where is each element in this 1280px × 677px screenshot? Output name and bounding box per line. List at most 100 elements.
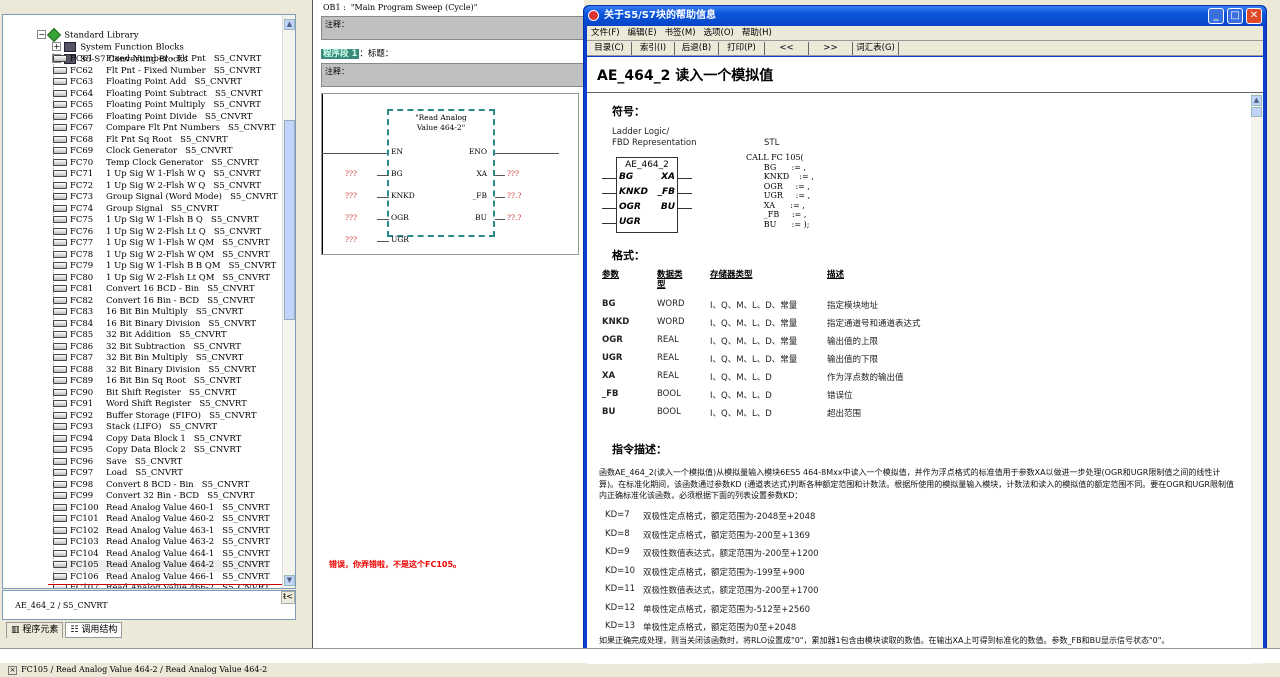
tree-node-s5-s7-converting-blocks[interactable]: −S5-S7 Converting Blocks xyxy=(36,42,187,64)
network-label[interactable]: 程序段 1 xyxy=(321,49,360,59)
function-block-icon xyxy=(53,469,67,476)
tree-item-fc93[interactable]: FC93 Stack (LIFO) S5_CNVRT xyxy=(53,422,217,434)
toolbar-button-1[interactable]: 索引(I) xyxy=(632,42,675,55)
tree-item-fc81[interactable]: FC81 Convert 16 BCD - Bin S5_CNVRT xyxy=(53,284,255,296)
symbol-heading: 符号： xyxy=(612,105,645,118)
tree-item-fc67[interactable]: FC67 Compare Flt Pnt Numbers S5_CNVRT xyxy=(53,123,276,135)
tree-item-fc63[interactable]: FC63 Floating Point Add S5_CNVRT xyxy=(53,77,242,89)
tree-item-fc90[interactable]: FC90 Bit Shift Register S5_CNVRT xyxy=(53,388,236,400)
tree-item-fc76[interactable]: FC76 1 Up Sig W 2-Flsh Lt Q S5_CNVRT xyxy=(53,227,261,239)
info-toggle-button[interactable]: ŧ< xyxy=(281,591,295,604)
tree-item-fc89[interactable]: FC89 16 Bit Bin Sq Root S5_CNVRT xyxy=(53,376,241,388)
tree-item-fc70[interactable]: FC70 Temp Clock Generator S5_CNVRT xyxy=(53,158,259,170)
tree-item-fc85[interactable]: FC85 32 Bit Addition S5_CNVRT xyxy=(53,330,227,342)
tree-item-fc103[interactable]: FC103 Read Analog Value 463-2 S5_CNVRT xyxy=(53,537,270,549)
tree-item-fc98[interactable]: FC98 Convert 8 BCD - Bin S5_CNVRT xyxy=(53,480,249,492)
close-button[interactable]: ✕ xyxy=(1246,8,1262,24)
tree-item-fc106[interactable]: FC106 Read Analog Value 466-1 S5_CNVRT xyxy=(53,572,270,584)
network-comment-field[interactable]: 注释： xyxy=(321,63,589,87)
tree-item-fc66[interactable]: FC66 Floating Point Divide S5_CNVRT xyxy=(53,112,252,124)
kd-code: KD=11 xyxy=(605,584,636,594)
help-scroll-thumb[interactable] xyxy=(1251,107,1262,117)
scroll-up-button[interactable]: ▲ xyxy=(284,19,295,30)
block-name: 1 Up Sig W 2-Flsh Lt QM xyxy=(106,272,215,283)
tree-item-fc101[interactable]: FC101 Read Analog Value 460-2 S5_CNVRT xyxy=(53,514,270,526)
block-id: FC105 xyxy=(70,560,99,570)
output-operand-xa[interactable]: ??? xyxy=(507,169,519,178)
block-comment-field[interactable]: 注释： xyxy=(321,16,589,40)
tree-item-fc95[interactable]: FC95 Copy Data Block 2 S5_CNVRT xyxy=(53,445,241,457)
tree-scrollbar[interactable]: ▲ ▼ xyxy=(282,15,295,588)
help-content: AE_464_2 读入一个模拟值 符号： Ladder Logic/ FBD R… xyxy=(587,57,1263,664)
tree-node-standard-library[interactable]: − Standard Library xyxy=(21,18,139,42)
en-wire xyxy=(322,153,387,154)
function-block-fc105[interactable]: "Read Analog Value 464-2" EN BG??? KNKD???… xyxy=(345,109,521,244)
kd-code: KD=8 xyxy=(605,528,630,539)
tree-item-fc91[interactable]: FC91 Word Shift Register S5_CNVRT xyxy=(53,399,247,411)
input-operand-ogr[interactable]: ??? xyxy=(345,213,357,222)
tree-item-fc80[interactable]: FC80 1 Up Sig W 2-Flsh Lt QM S5_CNVRT xyxy=(53,273,270,285)
help-scroll-up[interactable]: ▲ xyxy=(1251,95,1262,106)
tree-item-fc87[interactable]: FC87 32 Bit Bin Multiply S5_CNVRT xyxy=(53,353,243,365)
output-operand-bu[interactable]: ??.? xyxy=(507,213,521,222)
toolbar-button-5[interactable]: >> xyxy=(809,42,853,55)
tree-item-fc73[interactable]: FC73 Group Signal (Word Mode) S5_CNVRT xyxy=(53,192,278,204)
tree-item-fc65[interactable]: FC65 Floating Point Multiply S5_CNVRT xyxy=(53,100,261,112)
fbd-output-line xyxy=(678,178,692,179)
tree-item-fc97[interactable]: FC97 Load S5_CNVRT xyxy=(53,468,183,480)
tree-item-fc82[interactable]: FC82 Convert 16 Bin - BCD S5_CNVRT xyxy=(53,296,255,308)
tree-item-fc79[interactable]: FC79 1 Up Sig W 1-Flsh B B QM S5_CNVRT xyxy=(53,261,276,273)
menu-item-3[interactable]: 选项(O) xyxy=(704,28,734,38)
input-operand-ugr[interactable]: ??? xyxy=(345,235,357,244)
tree-item-fc99[interactable]: FC99 Convert 32 Bin - BCD S5_CNVRT xyxy=(53,491,255,503)
tree-item-fc77[interactable]: FC77 1 Up Sig W 1-Flsh W QM S5_CNVRT xyxy=(53,238,270,250)
maximize-button[interactable]: □ xyxy=(1227,8,1243,24)
tree-item-fc78[interactable]: FC78 1 Up Sig W 2-Flsh W QM S5_CNVRT xyxy=(53,250,270,262)
tree-item-fc74[interactable]: FC74 Group Signal S5_CNVRT xyxy=(53,204,218,216)
tree-item-fc84[interactable]: FC84 16 Bit Binary Division S5_CNVRT xyxy=(53,319,256,331)
toolbar-button-3[interactable]: 打印(P) xyxy=(719,42,765,55)
library-tree[interactable]: − Standard Library + System Function Block… xyxy=(2,14,296,589)
toolbar-button-6[interactable]: 词汇表(G) xyxy=(853,42,899,55)
tree-item-fc105[interactable]: FC105 Read Analog Value 464-2 S5_CNVRT xyxy=(53,560,270,572)
tree-item-fc104[interactable]: FC104 Read Analog Value 464-1 S5_CNVRT xyxy=(53,549,270,561)
toolbar-button-4[interactable]: << xyxy=(765,42,809,55)
block-id: FC103 xyxy=(70,537,99,547)
toolbar-button-2[interactable]: 后退(B) xyxy=(675,42,719,55)
status-bar: × FC105 / Read Analog Value 464-2 / Read … xyxy=(0,648,1280,675)
minimize-button[interactable]: _ xyxy=(1208,8,1224,24)
menu-item-4[interactable]: 帮助(H) xyxy=(742,28,772,38)
tab-call-structure[interactable]: ☷ 调用结构 xyxy=(65,622,123,638)
input-operand-knkd[interactable]: ??? xyxy=(345,191,357,200)
toolbar-button-0[interactable]: 目录(C) xyxy=(587,42,632,55)
output-operand-fb[interactable]: ??.? xyxy=(507,191,521,200)
menu-item-1[interactable]: 编辑(E) xyxy=(628,28,657,38)
close-status-icon[interactable]: × xyxy=(8,666,18,675)
scroll-down-button[interactable]: ▼ xyxy=(284,575,295,586)
tree-item-fc72[interactable]: FC72 1 Up Sig W 2-Flsh W Q S5_CNVRT xyxy=(53,181,261,193)
tree-item-fc71[interactable]: FC71 1 Up Sig W 1-Flsh W Q S5_CNVRT xyxy=(53,169,261,181)
tree-item-fc62[interactable]: FC62 Flt Pnt - Fixed Number S5_CNVRT xyxy=(53,66,261,78)
help-scrollbar[interactable]: ▲ xyxy=(1251,93,1263,664)
input-operand-bg[interactable]: ??? xyxy=(345,169,357,178)
menu-item-0[interactable]: 文件(F) xyxy=(591,28,620,38)
tree-item-fc94[interactable]: FC94 Copy Data Block 1 S5_CNVRT xyxy=(53,434,241,446)
tree-node-system-function-blocks[interactable]: + System Function Blocks xyxy=(36,30,184,52)
tree-item-fc68[interactable]: FC68 Flt Pnt Sq Root S5_CNVRT xyxy=(53,135,228,147)
scroll-thumb[interactable] xyxy=(284,120,295,320)
help-titlebar[interactable]: 关于S5/S7块的帮助信息 _ □ ✕ xyxy=(584,6,1266,26)
tree-item-fc83[interactable]: FC83 16 Bit Bin Multiply S5_CNVRT xyxy=(53,307,243,319)
tab-program-elements[interactable]: ▥ 程序元素 xyxy=(6,622,64,638)
tree-item-fc88[interactable]: FC88 32 Bit Binary Division S5_CNVRT xyxy=(53,365,256,377)
tree-item-fc96[interactable]: FC96 Save S5_CNVRT xyxy=(53,457,182,469)
tree-item-fc64[interactable]: FC64 Floating Point Subtract S5_CNVRT xyxy=(53,89,262,101)
tree-item-fc69[interactable]: FC69 Clock Generator S5_CNVRT xyxy=(53,146,233,158)
tree-item-fc75[interactable]: FC75 1 Up Sig W 1-Flsh B Q S5_CNVRT xyxy=(53,215,259,227)
tree-item-fc92[interactable]: FC92 Buffer Storage (FIFO) S5_CNVRT xyxy=(53,411,257,423)
menu-item-2[interactable]: 书签(M) xyxy=(665,28,696,38)
tree-item-fc102[interactable]: FC102 Read Analog Value 463-1 S5_CNVRT xyxy=(53,526,270,538)
tree-item-fc61[interactable]: FC61 Fixed Number - Flt Pnt S5_CNVRT xyxy=(53,54,261,66)
tree-item-fc100[interactable]: FC100 Read Analog Value 460-1 S5_CNVRT xyxy=(53,503,270,515)
tree-item-fc86[interactable]: FC86 32 Bit Subtraction S5_CNVRT xyxy=(53,342,241,354)
ladder-network[interactable]: "Read Analog Value 464-2" EN BG??? KNKD???… xyxy=(321,93,579,255)
